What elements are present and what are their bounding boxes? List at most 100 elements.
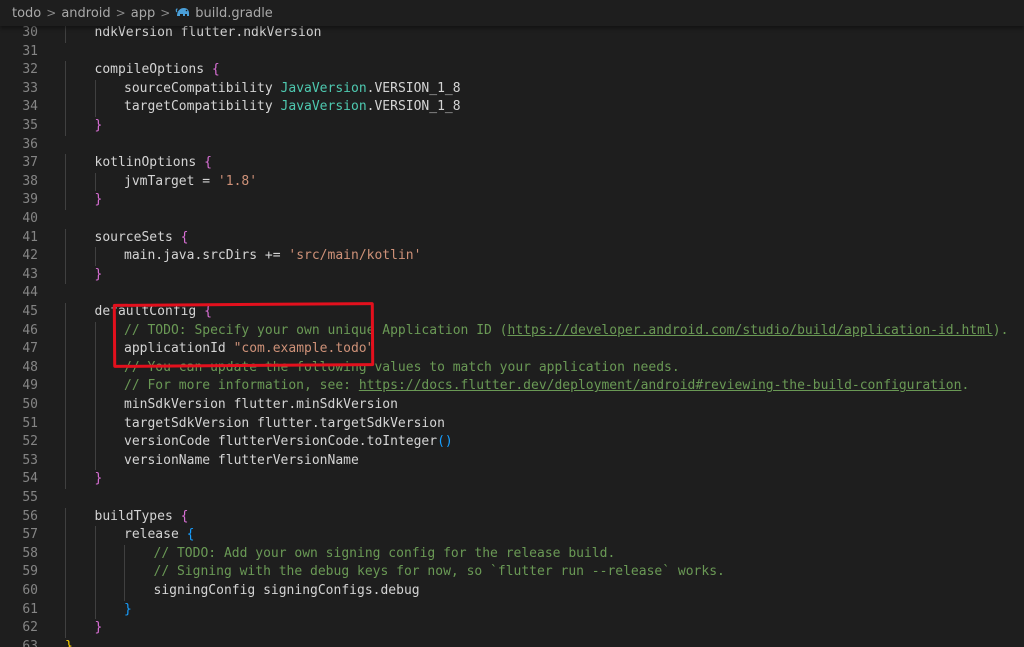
code-token: } xyxy=(94,620,103,636)
code-token: } xyxy=(94,266,103,282)
indent-guide xyxy=(94,544,96,564)
code-line[interactable]: 57 release { xyxy=(0,526,1024,545)
breadcrumb-item-file[interactable]: build.gradle xyxy=(175,5,273,21)
code-text: versionName flutterVersionName xyxy=(124,452,359,471)
code-text: sourceCompatibility JavaVersion.VERSION_… xyxy=(124,80,461,99)
code-line[interactable]: 63} xyxy=(0,638,1024,647)
line-number: 45 xyxy=(22,304,38,319)
indent-guide xyxy=(65,26,66,43)
indent-guide xyxy=(124,563,125,582)
code-text: versionCode flutterVersionCode.toInteger… xyxy=(124,433,453,452)
code-token: } xyxy=(94,471,103,487)
line-number: 42 xyxy=(22,248,38,264)
code-token: minSdkVersion flutter.minSdkVersion xyxy=(124,397,398,412)
code-token: signingConfig signingConfigs.debug xyxy=(153,583,420,598)
code-token: ndkVersion flutter.ndkVersion xyxy=(94,26,322,40)
code-line[interactable]: 32 compileOptions { xyxy=(0,61,1024,80)
code-token: . xyxy=(961,378,970,394)
code-line[interactable]: 53 versionName flutterVersionName xyxy=(0,451,1024,471)
code-line[interactable]: 61} xyxy=(0,600,1024,620)
code-text: } xyxy=(95,266,103,285)
code-line[interactable]: 31 xyxy=(0,43,1024,62)
code-token: sourceCompatibility xyxy=(124,80,281,96)
code-line[interactable]: 62} xyxy=(0,619,1024,638)
code-line[interactable]: 60 signingConfig signingConfigs.debug xyxy=(0,582,1024,601)
code-token: } xyxy=(124,601,132,617)
code-line[interactable]: 58 // TODO: Add your own signing config f… xyxy=(0,544,1024,564)
line-number: 46 xyxy=(22,322,38,338)
line-number: 37 xyxy=(22,155,38,171)
indent-guide xyxy=(65,265,66,285)
indent-guide xyxy=(94,172,96,192)
red-highlight-box xyxy=(112,302,375,368)
indent-guide xyxy=(94,582,96,601)
code-token[interactable]: https://docs.flutter.dev/deployment/andr… xyxy=(359,378,962,393)
indent-guide xyxy=(65,172,66,192)
code-token: // For more information, see: xyxy=(124,378,359,394)
indent-guide xyxy=(94,433,96,452)
code-line[interactable]: 30 ndkVersion flutter.ndkVersion xyxy=(0,26,1024,43)
code-text: targetCompatibility JavaVersion.VERSION_… xyxy=(124,98,461,117)
code-token: } xyxy=(65,638,73,647)
line-number: 30 xyxy=(22,26,38,40)
code-token: // Signing with the debug keys for now, … xyxy=(153,564,725,580)
indent-guide xyxy=(94,526,96,545)
code-text: } xyxy=(65,638,73,647)
line-number: 35 xyxy=(22,118,38,133)
code-token: } xyxy=(94,192,103,208)
code-line[interactable]: 43} xyxy=(0,265,1024,285)
code-token: ). xyxy=(992,322,1009,338)
indent-guide xyxy=(94,563,96,582)
indent-guide xyxy=(65,526,66,545)
code-line[interactable]: 59 // Signing with the debug keys for now… xyxy=(0,563,1024,582)
code-line[interactable]: 44 xyxy=(0,284,1024,303)
code-line[interactable]: 56 buildTypes { xyxy=(0,507,1024,527)
breadcrumb-item-android[interactable]: android xyxy=(61,6,110,21)
indent-guide xyxy=(65,396,66,415)
code-line[interactable]: 41 sourceSets { xyxy=(0,228,1024,248)
indent-guide xyxy=(65,433,66,452)
code-line[interactable]: 42 main.java.srcDirs += 'src/main/kotlin' xyxy=(0,247,1024,266)
code-line[interactable]: 40 xyxy=(0,210,1024,229)
code-text: targetSdkVersion flutter.targetSdkVersio… xyxy=(124,415,445,434)
code-line[interactable]: 37 kotlinOptions { xyxy=(0,154,1024,173)
code-token: kotlinOptions xyxy=(94,155,205,171)
code-line[interactable]: 49 // For more information, see: https://… xyxy=(0,377,1024,396)
code-line[interactable]: 50 minSdkVersion flutter.minSdkVersion xyxy=(0,396,1024,415)
chevron-right-icon: > xyxy=(115,6,126,20)
indent-guide xyxy=(94,358,96,378)
indent-guide xyxy=(124,582,125,601)
indent-guide xyxy=(94,414,96,434)
indent-guide xyxy=(65,563,66,582)
code-line[interactable]: 54} xyxy=(0,470,1024,489)
code-line[interactable]: 36 xyxy=(0,136,1024,155)
indent-guide xyxy=(65,507,66,527)
code-line[interactable]: 39} xyxy=(0,191,1024,210)
code-token[interactable]: https://developer.android.com/studio/bui… xyxy=(508,323,993,338)
breadcrumb-item-todo[interactable]: todo xyxy=(12,6,41,21)
code-line[interactable]: 52 versionCode flutterVersionCode.toInteg… xyxy=(0,433,1024,452)
code-line[interactable]: 55 xyxy=(0,489,1024,508)
line-number: 33 xyxy=(22,80,38,96)
code-line[interactable]: 38 jvmTarget = '1.8' xyxy=(0,172,1024,192)
line-number: 53 xyxy=(22,452,38,468)
chevron-right-icon: > xyxy=(160,6,171,20)
code-text: } xyxy=(95,470,103,489)
line-number: 32 xyxy=(22,62,38,78)
line-number: 61 xyxy=(22,601,38,617)
line-number: 62 xyxy=(22,620,38,636)
code-token: .VERSION_1_8 xyxy=(366,80,461,96)
code-line[interactable]: 33 sourceCompatibility JavaVersion.VERSIO… xyxy=(0,79,1024,99)
code-line[interactable]: 35} xyxy=(0,117,1024,136)
code-line[interactable]: 51 targetSdkVersion flutter.targetSdkVers… xyxy=(0,414,1024,434)
breadcrumb-item-app[interactable]: app xyxy=(131,6,155,21)
code-text: jvmTarget = '1.8' xyxy=(124,173,257,192)
code-token: { xyxy=(180,229,189,245)
code-token: JavaVersion xyxy=(280,80,367,96)
line-number: 31 xyxy=(22,43,38,59)
line-number: 60 xyxy=(22,583,38,598)
code-line[interactable]: 34 targetCompatibility JavaVersion.VERSIO… xyxy=(0,98,1024,117)
code-text: buildTypes { xyxy=(95,508,189,527)
code-token: { xyxy=(211,62,220,78)
indent-guide xyxy=(94,396,96,415)
